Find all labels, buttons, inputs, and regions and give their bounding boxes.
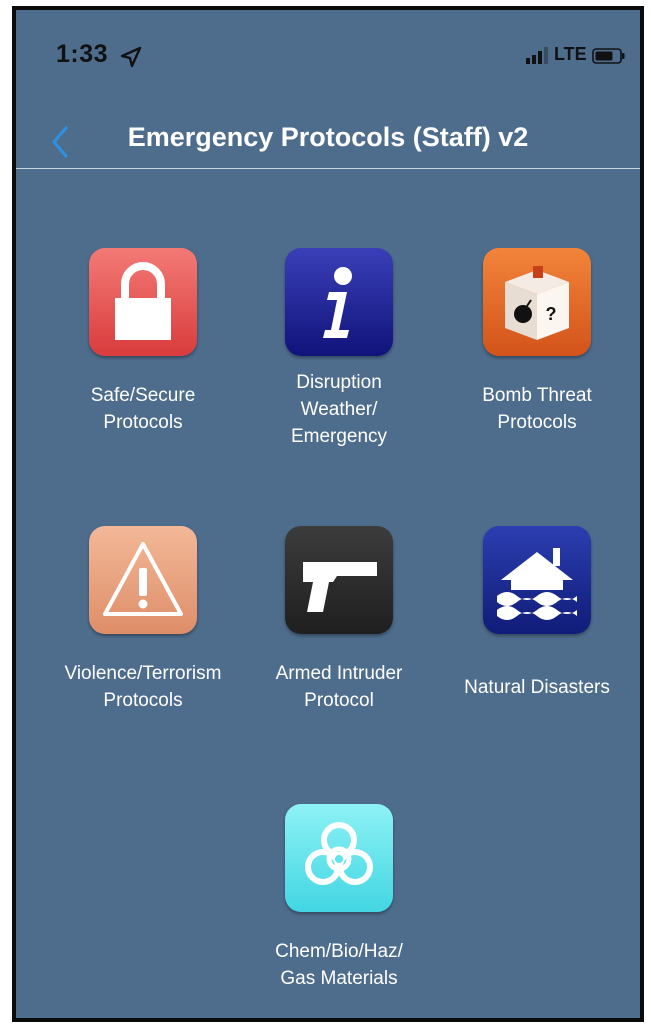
status-bar: 1:33 LTE <box>16 10 640 90</box>
battery-icon <box>592 48 625 64</box>
tile-disruption-weather-emergency[interactable]: Disruption Weather/ Emergency <box>264 248 414 450</box>
svg-text:?: ? <box>546 304 557 324</box>
disruption-button[interactable] <box>285 248 393 356</box>
tile-label-line: Chem/Bio/Haz/ <box>275 941 403 962</box>
tile-label-line: Emergency <box>290 426 388 447</box>
tile-label-line: Bomb Threat <box>482 385 592 406</box>
biohazard-icon <box>305 822 373 885</box>
tile-label-line: Protocols <box>103 690 183 711</box>
bomb-box-icon: ? <box>505 266 569 340</box>
navigation-bar: Emergency Protocols (Staff) v2 <box>16 110 640 169</box>
bomb-threat-button[interactable]: ? <box>483 248 591 356</box>
network-type: LTE <box>554 44 587 64</box>
location-arrow-icon <box>120 46 142 68</box>
natural-disasters-button[interactable] <box>483 526 591 634</box>
tile-label-line: Protocols <box>497 412 577 433</box>
tile-label-line: Violence/Terrorism <box>64 663 222 684</box>
info-icon <box>323 267 352 338</box>
tile-safe-secure[interactable]: Safe/Secure Protocols <box>68 248 218 436</box>
tile-bomb-threat[interactable]: ? Bomb Threat Protocols <box>462 248 612 436</box>
tile-label-line: Protocols <box>103 412 183 433</box>
chem-bio-button[interactable] <box>285 804 393 912</box>
flooded-house-icon <box>497 548 577 620</box>
tile-label-line: Gas Materials <box>280 968 398 989</box>
signal-bars-icon <box>526 47 548 64</box>
violence-terrorism-button[interactable] <box>89 526 197 634</box>
status-time: 1:33 <box>56 40 109 68</box>
tile-chem-bio-haz-gas[interactable]: Chem/Bio/Haz/ Gas Materials <box>254 804 424 992</box>
tile-violence-terrorism[interactable]: Violence/Terrorism Protocols <box>48 526 238 714</box>
tile-label-line: Weather/ <box>300 399 378 420</box>
tile-label-line: Natural Disasters <box>464 677 610 698</box>
tile-natural-disasters[interactable]: Natural Disasters <box>447 526 627 701</box>
pistol-icon <box>303 562 377 612</box>
page-title: Emergency Protocols (Staff) v2 <box>127 122 529 152</box>
tile-label-line: Protocol <box>304 690 374 711</box>
tile-label-line: Safe/Secure <box>90 385 196 406</box>
armed-intruder-button[interactable] <box>285 526 393 634</box>
safe-secure-button[interactable] <box>89 248 197 356</box>
tile-label-line: Armed Intruder <box>275 663 403 684</box>
warning-triangle-icon <box>103 542 183 616</box>
padlock-icon <box>115 262 171 340</box>
tile-label-line: Disruption <box>296 372 382 393</box>
app-screen: 1:33 LTE Emergency Protocols (Staff) v2 <box>12 6 644 1022</box>
tile-armed-intruder[interactable]: Armed Intruder Protocol <box>254 526 424 714</box>
